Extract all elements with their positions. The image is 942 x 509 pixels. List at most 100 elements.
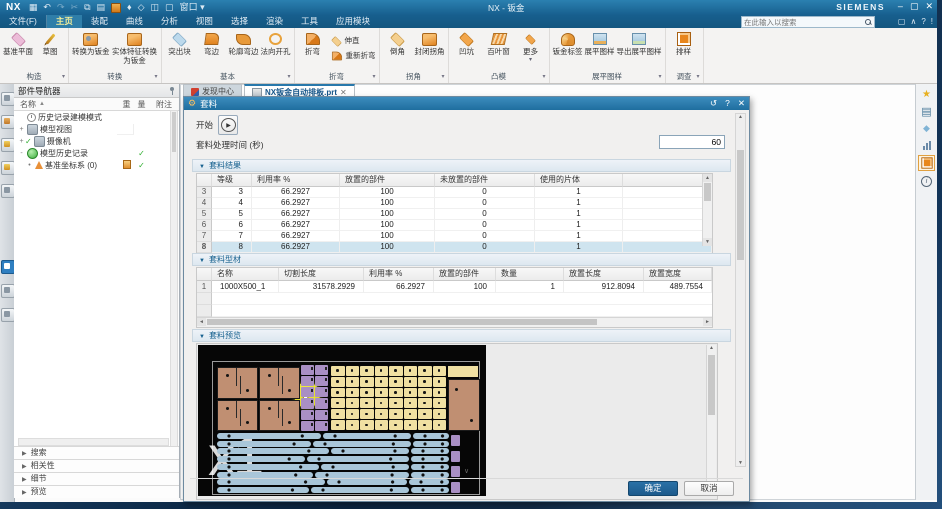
section-header-preview[interactable]: ▼套料预览	[192, 329, 731, 342]
flat-pattern-button[interactable]: 展平图样	[585, 31, 615, 57]
assembly-navigator-icon[interactable]	[1, 92, 15, 106]
search-input[interactable]	[742, 18, 865, 27]
group-label-corner[interactable]: 拐角	[383, 71, 445, 83]
column-header[interactable]: 切割长度	[279, 268, 364, 281]
stock-table-horizontal-scrollbar[interactable]: ◄►	[197, 317, 712, 327]
undo-icon[interactable]: ↶	[43, 1, 51, 14]
tab-render[interactable]: 渲染	[257, 15, 292, 28]
column-header[interactable]: 名称	[212, 268, 279, 281]
column-header[interactable]: 等级	[212, 174, 252, 187]
touch-mode-icon[interactable]	[1, 308, 15, 322]
section-preview[interactable]: ▶预览	[14, 485, 179, 498]
dialog-reset-button[interactable]: ↺	[710, 98, 717, 109]
rebend-button[interactable]: 重新折弯	[330, 50, 376, 62]
louver-button[interactable]: 百叶窗	[484, 31, 514, 57]
tree-item-cameras[interactable]: + ✓ 摄像机	[14, 135, 179, 147]
tab-feature-button[interactable]: 突出块	[165, 31, 195, 57]
group-label-construct[interactable]: 构造	[3, 71, 65, 83]
new-window-icon[interactable]: ▢	[165, 1, 174, 14]
break-corner-button[interactable]: 倒角	[383, 31, 413, 57]
hd3d-tool-icon[interactable]	[1, 184, 15, 198]
menu-icon[interactable]: ▦	[29, 1, 38, 14]
redo-icon[interactable]: ↷	[57, 1, 65, 14]
more-button[interactable]: 更多 ▾	[516, 31, 546, 62]
alert-icon[interactable]: !	[931, 15, 933, 28]
tab-file[interactable]: 文件(F)	[0, 15, 47, 28]
preview-scrollbar[interactable]: ▲▼	[706, 345, 716, 496]
solid-to-sheetmetal-button[interactable]: 实体特征转换为钣金	[112, 31, 158, 65]
navigator-column-header[interactable]: 名称▲ 重 量 附注	[14, 98, 179, 111]
tree-item-model-history[interactable]: - 模型历史记录 ✓	[14, 147, 179, 159]
sketch-button[interactable]: 草图	[35, 31, 65, 57]
tab-assembly[interactable]: 装配	[82, 15, 117, 28]
command-search-box[interactable]	[741, 16, 875, 28]
favorites-icon[interactable]: ★	[919, 87, 934, 101]
part-navigator-icon[interactable]	[1, 138, 15, 152]
closed-corner-button[interactable]: 封闭拐角	[415, 31, 445, 57]
results-table-scrollbar[interactable]: ▲▼	[702, 174, 712, 246]
group-label-examine[interactable]: 调查	[669, 71, 700, 83]
nesting-preview-canvas[interactable]: x1	[198, 345, 486, 496]
chart-icon[interactable]	[919, 138, 934, 152]
dialog-close-button[interactable]: ✕	[738, 98, 745, 109]
expander-icon[interactable]: +	[18, 126, 25, 133]
reuse-library-icon[interactable]	[1, 161, 15, 175]
column-header[interactable]: 放置长度	[564, 268, 644, 281]
column-header[interactable]: 放置宽度	[644, 268, 712, 281]
group-label-bend[interactable]: 折弯	[298, 71, 376, 83]
touch-icon[interactable]: ◇	[138, 1, 145, 14]
section-header-results[interactable]: ▼套料结果	[192, 159, 731, 172]
restore-button[interactable]: ▢	[910, 1, 919, 12]
section-details[interactable]: ▶细节	[14, 472, 179, 485]
close-button[interactable]: ✕	[925, 1, 933, 12]
window-menu[interactable]: 窗口 ▾	[180, 1, 205, 14]
minimize-button[interactable]: –	[898, 1, 903, 12]
mic-icon[interactable]: ♦	[127, 1, 132, 14]
tab-view[interactable]: 视图	[187, 15, 222, 28]
constraint-navigator-icon[interactable]	[1, 115, 15, 129]
flat-pattern-tool-icon[interactable]: ▤	[919, 104, 934, 118]
flange-button[interactable]: 弯边	[197, 31, 227, 57]
dialog-help-button[interactable]: ?	[725, 98, 730, 109]
nesting-button[interactable]: 排样	[669, 31, 699, 57]
tab-analysis[interactable]: 分析	[152, 15, 187, 28]
minimize-ribbon-icon[interactable]: ∧	[910, 15, 916, 28]
nesting-tool-icon[interactable]	[918, 155, 935, 171]
contour-flange-button[interactable]: 轮廓弯边	[229, 31, 259, 57]
group-label-basic[interactable]: 基本	[165, 71, 291, 83]
start-nesting-button[interactable]: ▶	[218, 115, 238, 135]
part-navigator-active-icon[interactable]	[1, 260, 15, 274]
section-dependencies[interactable]: ▶相关性	[14, 459, 179, 472]
info-icon[interactable]: i	[919, 174, 934, 188]
group-label-convert[interactable]: 转换	[72, 71, 158, 83]
column-header[interactable]: 放置的部件	[340, 174, 435, 187]
tab-home[interactable]: 主页	[47, 15, 82, 28]
dialog-scrollbar[interactable]: ▲▼	[735, 113, 746, 467]
navigator-vertical-scrollbar[interactable]	[170, 110, 178, 472]
cut-icon[interactable]: ✂	[71, 1, 79, 14]
pin-icon[interactable]	[167, 87, 175, 95]
navigator-horizontal-scrollbar[interactable]	[18, 438, 169, 446]
ok-button[interactable]: 确定	[628, 481, 678, 496]
dialog-title-bar[interactable]: ⚙ 套料 ↺ ? ✕	[184, 97, 749, 110]
column-header[interactable]: 利用率 %	[364, 268, 434, 281]
history-icon[interactable]	[1, 284, 15, 298]
dimple-button[interactable]: 凹坑	[452, 31, 482, 57]
section-header-stock[interactable]: ▼套料型材	[192, 253, 731, 266]
sheetmetal-tag-button[interactable]: 钣金标签	[553, 31, 583, 57]
column-header[interactable]: 利用率 %	[252, 174, 340, 187]
section-search[interactable]: ▶搜索	[14, 446, 179, 459]
cancel-button[interactable]: 取消	[684, 481, 734, 496]
group-label-punch[interactable]: 凸模	[452, 71, 546, 83]
cascade-windows-icon[interactable]: ◫	[151, 1, 160, 14]
unbend-button[interactable]: 伸直	[330, 35, 376, 48]
paste-icon[interactable]: ▤	[97, 1, 106, 14]
tree-item-datum-csys[interactable]: • 基准坐标系 (0) ✓	[14, 159, 179, 171]
surface-diamond-icon[interactable]: ◆	[919, 121, 934, 135]
results-table[interactable]: 等级 利用率 % 放置的部件 未放置的部件 使用的片体 3366.2927100…	[196, 173, 713, 254]
tab-application[interactable]: 应用模块	[327, 15, 379, 28]
column-header[interactable]: 未放置的部件	[435, 174, 535, 187]
expander-icon[interactable]: +	[18, 138, 25, 145]
dialog-collapse-chevron[interactable]: ∨	[464, 467, 469, 475]
fullscreen-icon[interactable]: ▢	[898, 15, 906, 28]
